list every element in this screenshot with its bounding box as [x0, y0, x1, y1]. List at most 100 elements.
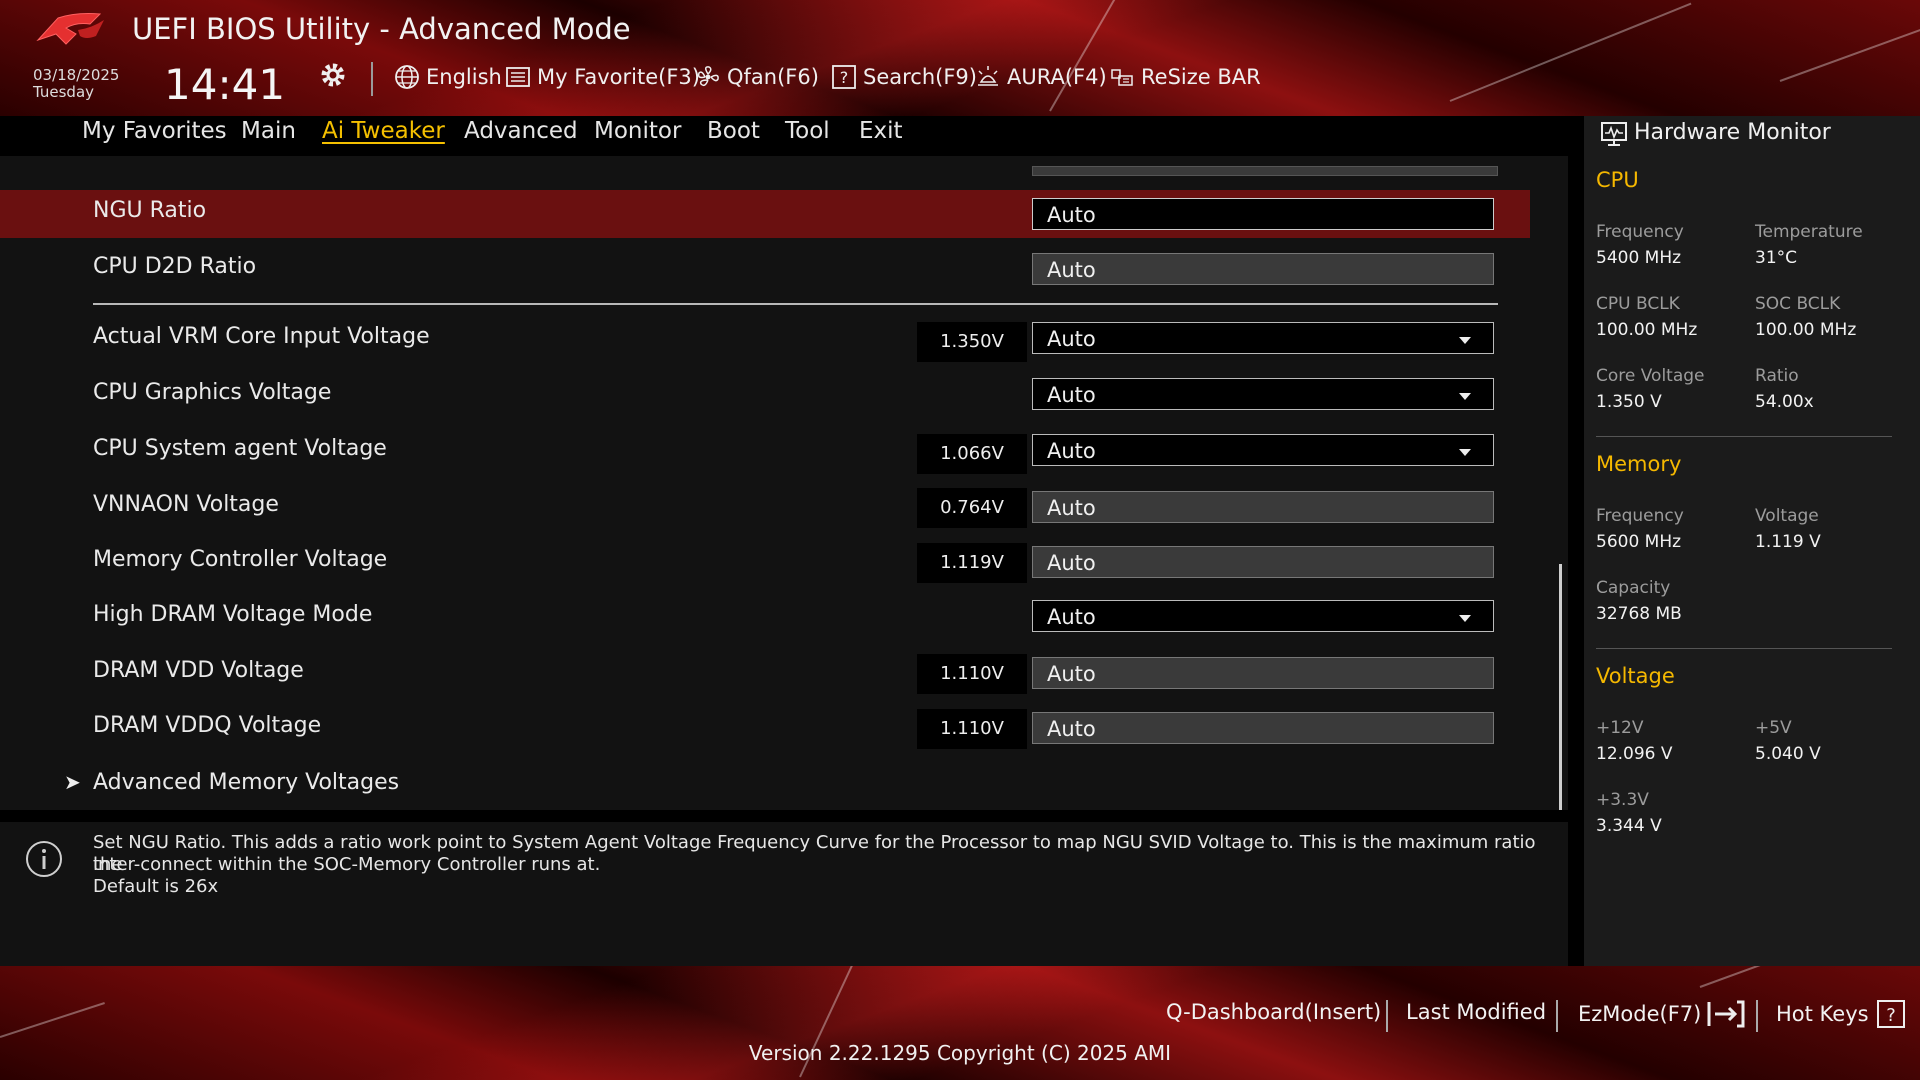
main-nav: My Favorites Main Ai Tweaker Advanced Mo… [0, 116, 1584, 156]
ezmode-label: EzMode(F7) [1578, 1002, 1702, 1026]
setting-row-dram-vdd-voltage[interactable]: DRAM VDD Voltage 1.110V Auto [0, 650, 1530, 698]
exit-arrow-icon [1707, 1000, 1745, 1028]
cpu-temperature-value: 31°C [1755, 248, 1798, 268]
memory-frequency-value: 5600 MHz [1596, 532, 1682, 552]
cpu-bclk-label: CPU BCLK [1596, 294, 1680, 314]
current-voltage-readout: 1.350V [917, 322, 1027, 362]
setting-row-dram-vddq-voltage[interactable]: DRAM VDDQ Voltage 1.110V Auto [0, 705, 1530, 753]
vnnaon-voltage-input[interactable]: Auto [1032, 491, 1494, 523]
app-title: UEFI BIOS Utility - Advanced Mode [132, 12, 631, 46]
version-text: Version 2.22.1295 Copyright (C) 2025 AMI [748, 1041, 1172, 1065]
previous-field-edge [1032, 166, 1498, 176]
svg-text:?: ? [1886, 1005, 1896, 1026]
tab-monitor[interactable]: Monitor [594, 116, 681, 146]
soc-bclk-label: SOC BCLK [1755, 294, 1841, 314]
resize-bar-label: ReSize BAR [1141, 65, 1261, 89]
select-value: Auto [1047, 327, 1096, 351]
cpu-system-agent-voltage-select[interactable]: Auto [1032, 434, 1494, 466]
v12-value: 12.096 V [1596, 744, 1673, 764]
help-text-line: inter-connect within the SOC-Memory Cont… [93, 854, 601, 875]
select-value: Auto [1047, 383, 1096, 407]
setting-row-actual-vrm-core-input-voltage[interactable]: Actual VRM Core Input Voltage 1.350V Aut… [0, 316, 1530, 364]
cpu-d2d-ratio-input[interactable]: Auto [1032, 253, 1494, 285]
tab-tool[interactable]: Tool [785, 116, 830, 146]
setting-row-cpu-system-agent-voltage[interactable]: CPU System agent Voltage 1.066V Auto [0, 428, 1530, 476]
decor-stripe [1449, 2, 1692, 102]
gear-icon[interactable] [318, 60, 348, 90]
section-separator [1596, 648, 1892, 649]
dram-vdd-voltage-input[interactable]: Auto [1032, 657, 1494, 689]
select-value: Auto [1047, 439, 1096, 463]
core-voltage-label: Core Voltage [1596, 366, 1705, 386]
search-button[interactable]: ? Search(F9) [831, 64, 977, 90]
memory-controller-voltage-input[interactable]: Auto [1032, 546, 1494, 578]
toolbar-divider [371, 62, 373, 96]
q-dashboard-button[interactable]: Q-Dashboard(Insert) [1166, 1000, 1381, 1024]
setting-label: DRAM VDDQ Voltage [93, 713, 322, 738]
tab-advanced[interactable]: Advanced [464, 116, 578, 146]
soc-bclk-value: 100.00 MHz [1755, 320, 1857, 340]
qfan-button[interactable]: Qfan(F6) [695, 64, 819, 90]
tab-boot[interactable]: Boot [707, 116, 760, 146]
ngu-ratio-input[interactable]: Auto [1032, 198, 1494, 230]
setting-row-vnnaon-voltage[interactable]: VNNAON Voltage 0.764V Auto [0, 484, 1530, 532]
tab-ai-tweaker[interactable]: Ai Tweaker [322, 116, 445, 146]
hot-keys-label: Hot Keys [1776, 1002, 1869, 1026]
scrollbar-thumb[interactable] [1559, 564, 1562, 810]
voltage-heading: Voltage [1596, 664, 1675, 688]
bottom-divider [1756, 1000, 1758, 1032]
setting-label: DRAM VDD Voltage [93, 658, 304, 683]
decor-stripe [1049, 0, 1151, 112]
aura-light-icon [978, 66, 998, 86]
decor-stripe [1779, 25, 1920, 82]
cpu-heading: CPU [1596, 168, 1639, 192]
setting-label: NGU Ratio [93, 198, 207, 223]
search-question-icon: ? [832, 65, 856, 89]
memory-voltage-label: Voltage [1755, 506, 1819, 526]
memory-heading: Memory [1596, 452, 1682, 476]
decor-stripe [0, 1002, 105, 1038]
current-voltage-readout: 0.764V [917, 488, 1027, 528]
last-modified-button[interactable]: Last Modified [1406, 1000, 1546, 1024]
submenu-arrow-icon: ➤ [64, 770, 81, 794]
chevron-down-icon [1459, 337, 1471, 344]
section-separator [1596, 436, 1892, 437]
core-voltage-value: 1.350 V [1596, 392, 1662, 412]
v5-value: 5.040 V [1755, 744, 1821, 764]
tab-exit[interactable]: Exit [859, 116, 903, 146]
cpu-frequency-value: 5400 MHz [1596, 248, 1682, 268]
hardware-monitor-title: Hardware Monitor [1634, 120, 1831, 145]
setting-row-ngu-ratio[interactable]: NGU Ratio Auto [0, 190, 1530, 238]
resize-bar-icon [1111, 69, 1133, 86]
rog-logo [36, 13, 104, 45]
favorite-list-icon [506, 67, 530, 87]
v33-value: 3.344 V [1596, 816, 1662, 836]
resize-bar-button[interactable]: ReSize BAR [1109, 64, 1261, 90]
clock[interactable]: 14:41 [164, 60, 285, 109]
high-dram-voltage-mode-select[interactable]: Auto [1032, 600, 1494, 632]
language-button[interactable]: English [394, 64, 502, 90]
my-favorite-button[interactable]: My Favorite(F3) [505, 64, 700, 90]
submenu-advanced-memory-voltages[interactable]: ➤ Advanced Memory Voltages [0, 762, 1530, 810]
info-icon [26, 841, 62, 877]
aura-label: AURA(F4) [1007, 65, 1107, 89]
v33-label: +3.3V [1596, 790, 1649, 810]
current-voltage-readout: 1.110V [917, 709, 1027, 749]
dram-vddq-voltage-input[interactable]: Auto [1032, 712, 1494, 744]
setting-label: Actual VRM Core Input Voltage [93, 324, 430, 349]
tab-main[interactable]: Main [241, 116, 296, 146]
aura-button[interactable]: AURA(F4) [975, 64, 1107, 90]
tab-my-favorites[interactable]: My Favorites [82, 116, 227, 146]
memory-capacity-label: Capacity [1596, 578, 1671, 598]
setting-row-high-dram-voltage-mode[interactable]: High DRAM Voltage Mode Auto [0, 594, 1530, 642]
setting-row-cpu-d2d-ratio[interactable]: CPU D2D Ratio Auto [0, 246, 1530, 294]
setting-row-cpu-graphics-voltage[interactable]: CPU Graphics Voltage Auto [0, 372, 1530, 420]
help-question-icon: ? [1876, 1000, 1905, 1028]
setting-row-memory-controller-voltage[interactable]: Memory Controller Voltage 1.119V Auto [0, 539, 1530, 587]
memory-capacity-value: 32768 MB [1596, 604, 1682, 624]
hot-keys-button[interactable]: Hot Keys ? [1776, 1000, 1905, 1028]
ezmode-button[interactable]: EzMode(F7) [1578, 1000, 1745, 1028]
vrm-core-input-voltage-select[interactable]: Auto [1032, 322, 1494, 354]
cpu-graphics-voltage-select[interactable]: Auto [1032, 378, 1494, 410]
fan-icon [697, 66, 719, 87]
